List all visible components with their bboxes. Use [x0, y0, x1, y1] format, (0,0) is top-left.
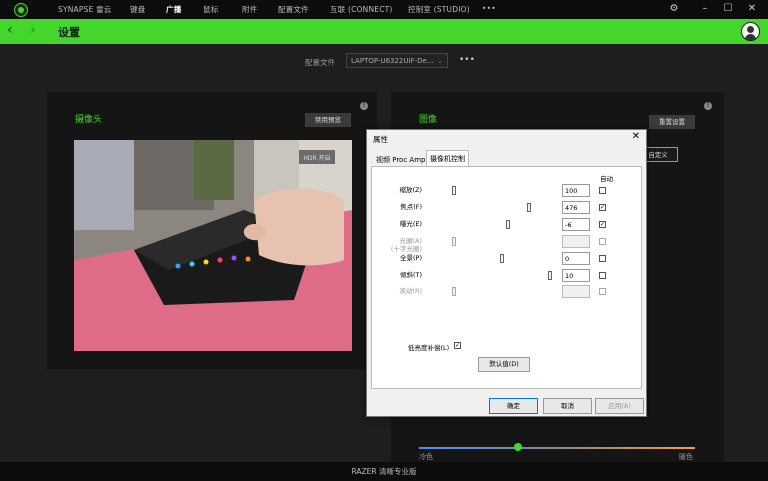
- low-light-checkbox[interactable]: ✓: [454, 342, 461, 349]
- low-light-label: 低亮度补偿(L): [408, 344, 450, 352]
- control-value-field[interactable]: 100: [562, 184, 590, 197]
- dialog-title: 属性: [373, 135, 388, 144]
- razer-logo-icon[interactable]: [14, 3, 28, 17]
- control-slider[interactable]: [454, 190, 552, 191]
- chevron-down-icon: ⌄: [437, 57, 443, 65]
- apply-button[interactable]: 应用(A): [595, 398, 644, 414]
- profile-label: 配置文件: [305, 58, 335, 67]
- nav-profiles[interactable]: 配置文件: [278, 4, 309, 15]
- reset-settings-button[interactable]: 重置设置: [649, 115, 695, 129]
- profile-dropdown[interactable]: LAPTOP-U6322UIF-De... ⌄: [346, 53, 448, 68]
- tab-video-proc-amp[interactable]: 视频 Proc Amp: [373, 152, 428, 167]
- forward-arrow-icon[interactable]: ›: [30, 22, 36, 38]
- slider-thumb[interactable]: [500, 254, 504, 263]
- footer-bar: RAZER 清晰专业版: [0, 462, 768, 481]
- top-nav-bar: SYNAPSE 雷云 键盘 广播 鼠标 附件 配置文件 互联 (CONNECT)…: [0, 0, 768, 19]
- slider-thumb[interactable]: [526, 203, 531, 212]
- auto-checkbox[interactable]: [599, 255, 606, 262]
- slider-thumb: [452, 287, 456, 296]
- minimize-icon[interactable]: –: [697, 3, 713, 14]
- nav-broadcast[interactable]: 广播: [166, 4, 181, 15]
- control-label: 全景(P): [400, 254, 422, 262]
- color-temp-thumb[interactable]: [514, 443, 522, 451]
- slider-thumb[interactable]: [452, 186, 456, 195]
- slider-thumb[interactable]: [548, 271, 552, 280]
- nav-mouse[interactable]: 鼠标: [203, 4, 218, 15]
- warm-label: 暖色: [679, 453, 693, 461]
- page-title: 设置: [58, 26, 80, 39]
- control-slider: [454, 241, 552, 242]
- control-label: 倾斜(T): [399, 271, 422, 279]
- default-button[interactable]: 默认值(D): [478, 357, 530, 372]
- nav-keyboard[interactable]: 键盘: [130, 4, 145, 15]
- ok-button[interactable]: 确定: [489, 398, 538, 414]
- control-value-field[interactable]: 10: [562, 269, 590, 282]
- auto-checkbox[interactable]: ✓: [599, 221, 606, 228]
- control-slider: [454, 291, 552, 292]
- close-icon[interactable]: ✕: [744, 3, 760, 14]
- profile-more-icon[interactable]: •••: [459, 55, 475, 65]
- control-label: 滚动(R): [399, 287, 422, 295]
- control-value-field: [562, 285, 590, 298]
- nav-more[interactable]: •••: [482, 4, 496, 13]
- disable-preview-button[interactable]: 禁用预览: [305, 113, 351, 127]
- control-value-field[interactable]: -6: [562, 218, 590, 231]
- nav-accessories[interactable]: 附件: [242, 4, 257, 15]
- nav-connect[interactable]: 互联 (CONNECT): [330, 4, 393, 15]
- control-slider[interactable]: [454, 224, 552, 225]
- camera-panel-title: 摄像头: [75, 115, 103, 125]
- control-label: 焦点(F): [400, 203, 422, 211]
- camera-preview-image: HDR 开启: [74, 140, 352, 351]
- info-icon[interactable]: ?: [704, 102, 712, 110]
- image-panel-title: 图像: [419, 115, 438, 125]
- control-value-field: [562, 235, 590, 248]
- control-label: 曝光(E): [399, 220, 422, 228]
- nav-synapse[interactable]: SYNAPSE 雷云: [58, 4, 112, 15]
- auto-checkbox: [599, 288, 606, 295]
- profile-dropdown-value: LAPTOP-U6322UIF-De...: [351, 57, 434, 65]
- slider-thumb[interactable]: [505, 220, 510, 229]
- camera-preview: HDR 开启: [74, 140, 352, 351]
- back-arrow-icon[interactable]: ‹: [7, 22, 13, 38]
- properties-dialog: 属性 ✕ 视频 Proc Amp 摄像机控制 自动 缩放(Z) 100 焦点(F) 4…: [366, 129, 647, 417]
- auto-checkbox[interactable]: ✓: [599, 204, 606, 211]
- color-temp-slider[interactable]: [419, 447, 695, 449]
- page-header: ‹ › 设置: [0, 19, 768, 44]
- control-slider[interactable]: [454, 207, 552, 208]
- auto-checkbox: [599, 238, 606, 245]
- hdr-overlay-label: HDR 开启: [303, 154, 330, 162]
- dialog-close-icon[interactable]: ✕: [632, 131, 640, 142]
- control-value-field[interactable]: 476: [562, 201, 590, 214]
- control-label: 缩放(Z): [399, 186, 422, 194]
- auto-checkbox[interactable]: [599, 272, 606, 279]
- user-avatar-icon[interactable]: [741, 22, 760, 41]
- settings-gear-icon[interactable]: ⚙: [666, 3, 682, 14]
- nav-studio[interactable]: 控制室 (STUDIO): [408, 4, 470, 15]
- auto-checkbox[interactable]: [599, 187, 606, 194]
- camera-control-pane: 自动 缩放(Z) 100 焦点(F) 476 ✓ 曝光(E) -6 ✓ 光圈(A) (十字光圈) 全…: [371, 166, 642, 389]
- control-value-field[interactable]: 0: [562, 252, 590, 265]
- auto-header: 自动: [600, 175, 613, 183]
- tab-camera-control[interactable]: 摄像机控制: [426, 150, 469, 167]
- slider-thumb: [452, 237, 456, 246]
- cancel-button[interactable]: 取消: [543, 398, 592, 414]
- cool-label: 冷色: [419, 453, 433, 461]
- control-slider[interactable]: [454, 275, 552, 276]
- info-icon[interactable]: ?: [360, 102, 368, 110]
- maximize-icon[interactable]: ☐: [720, 3, 736, 14]
